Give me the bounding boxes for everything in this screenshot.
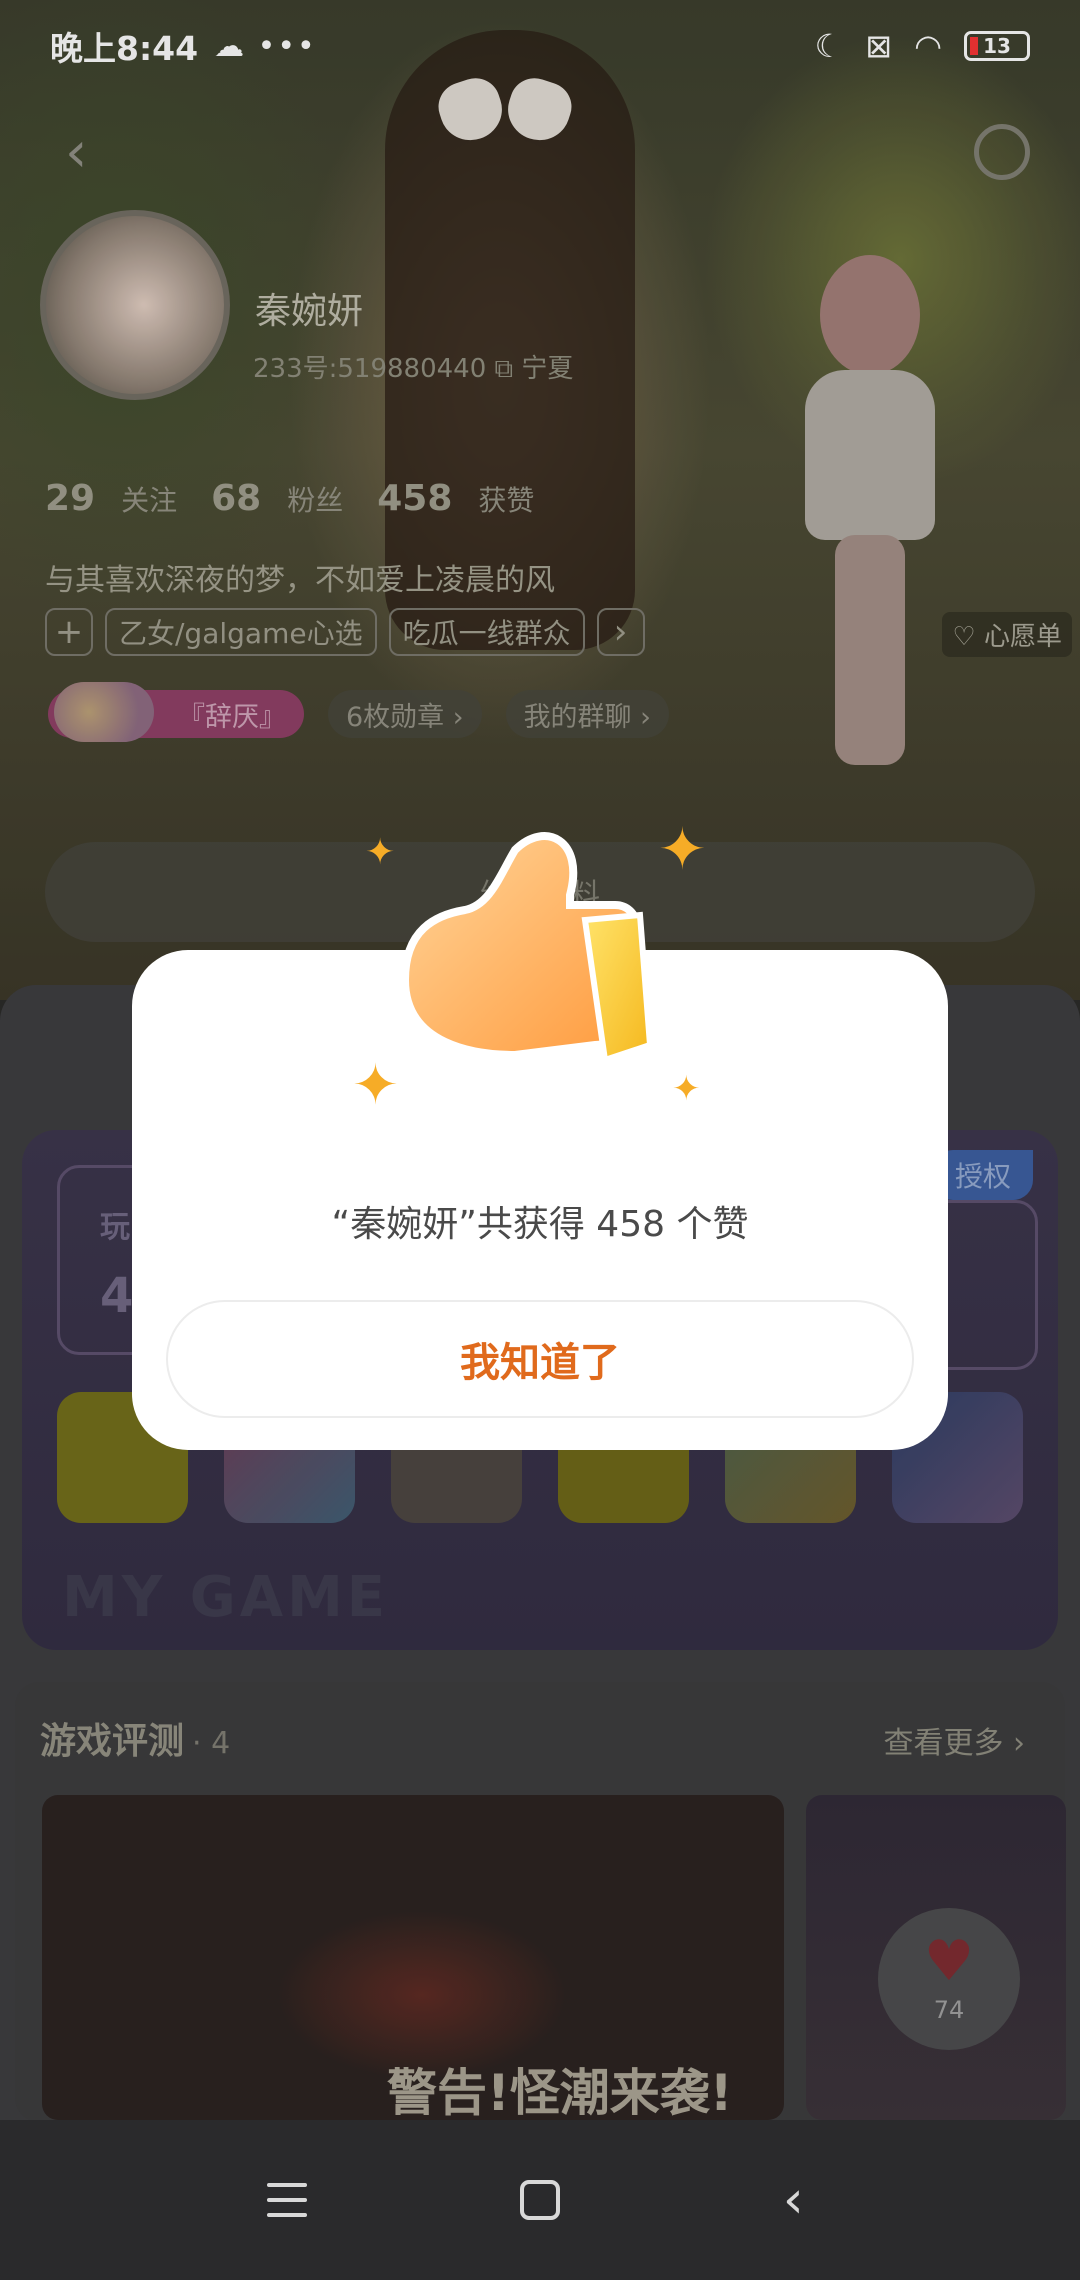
menu-icon[interactable] bbox=[252, 2165, 322, 2235]
sparkle-icon: ✦ bbox=[365, 832, 396, 873]
back-icon[interactable]: ‹ bbox=[758, 2165, 828, 2235]
sparkle-icon: ✦ bbox=[352, 1053, 399, 1118]
sparkle-icon: ✦ bbox=[658, 815, 707, 883]
home-icon[interactable] bbox=[505, 2165, 575, 2235]
dialog-message: “秦婉妍”共获得 458 个赞 bbox=[331, 1204, 749, 1245]
system-nav-bar: ‹ bbox=[0, 2120, 1080, 2280]
sparkle-icon: ✦ bbox=[672, 1069, 701, 1109]
thumbs-up-icon bbox=[395, 820, 695, 1090]
confirm-button[interactable]: 我知道了 bbox=[166, 1300, 914, 1418]
